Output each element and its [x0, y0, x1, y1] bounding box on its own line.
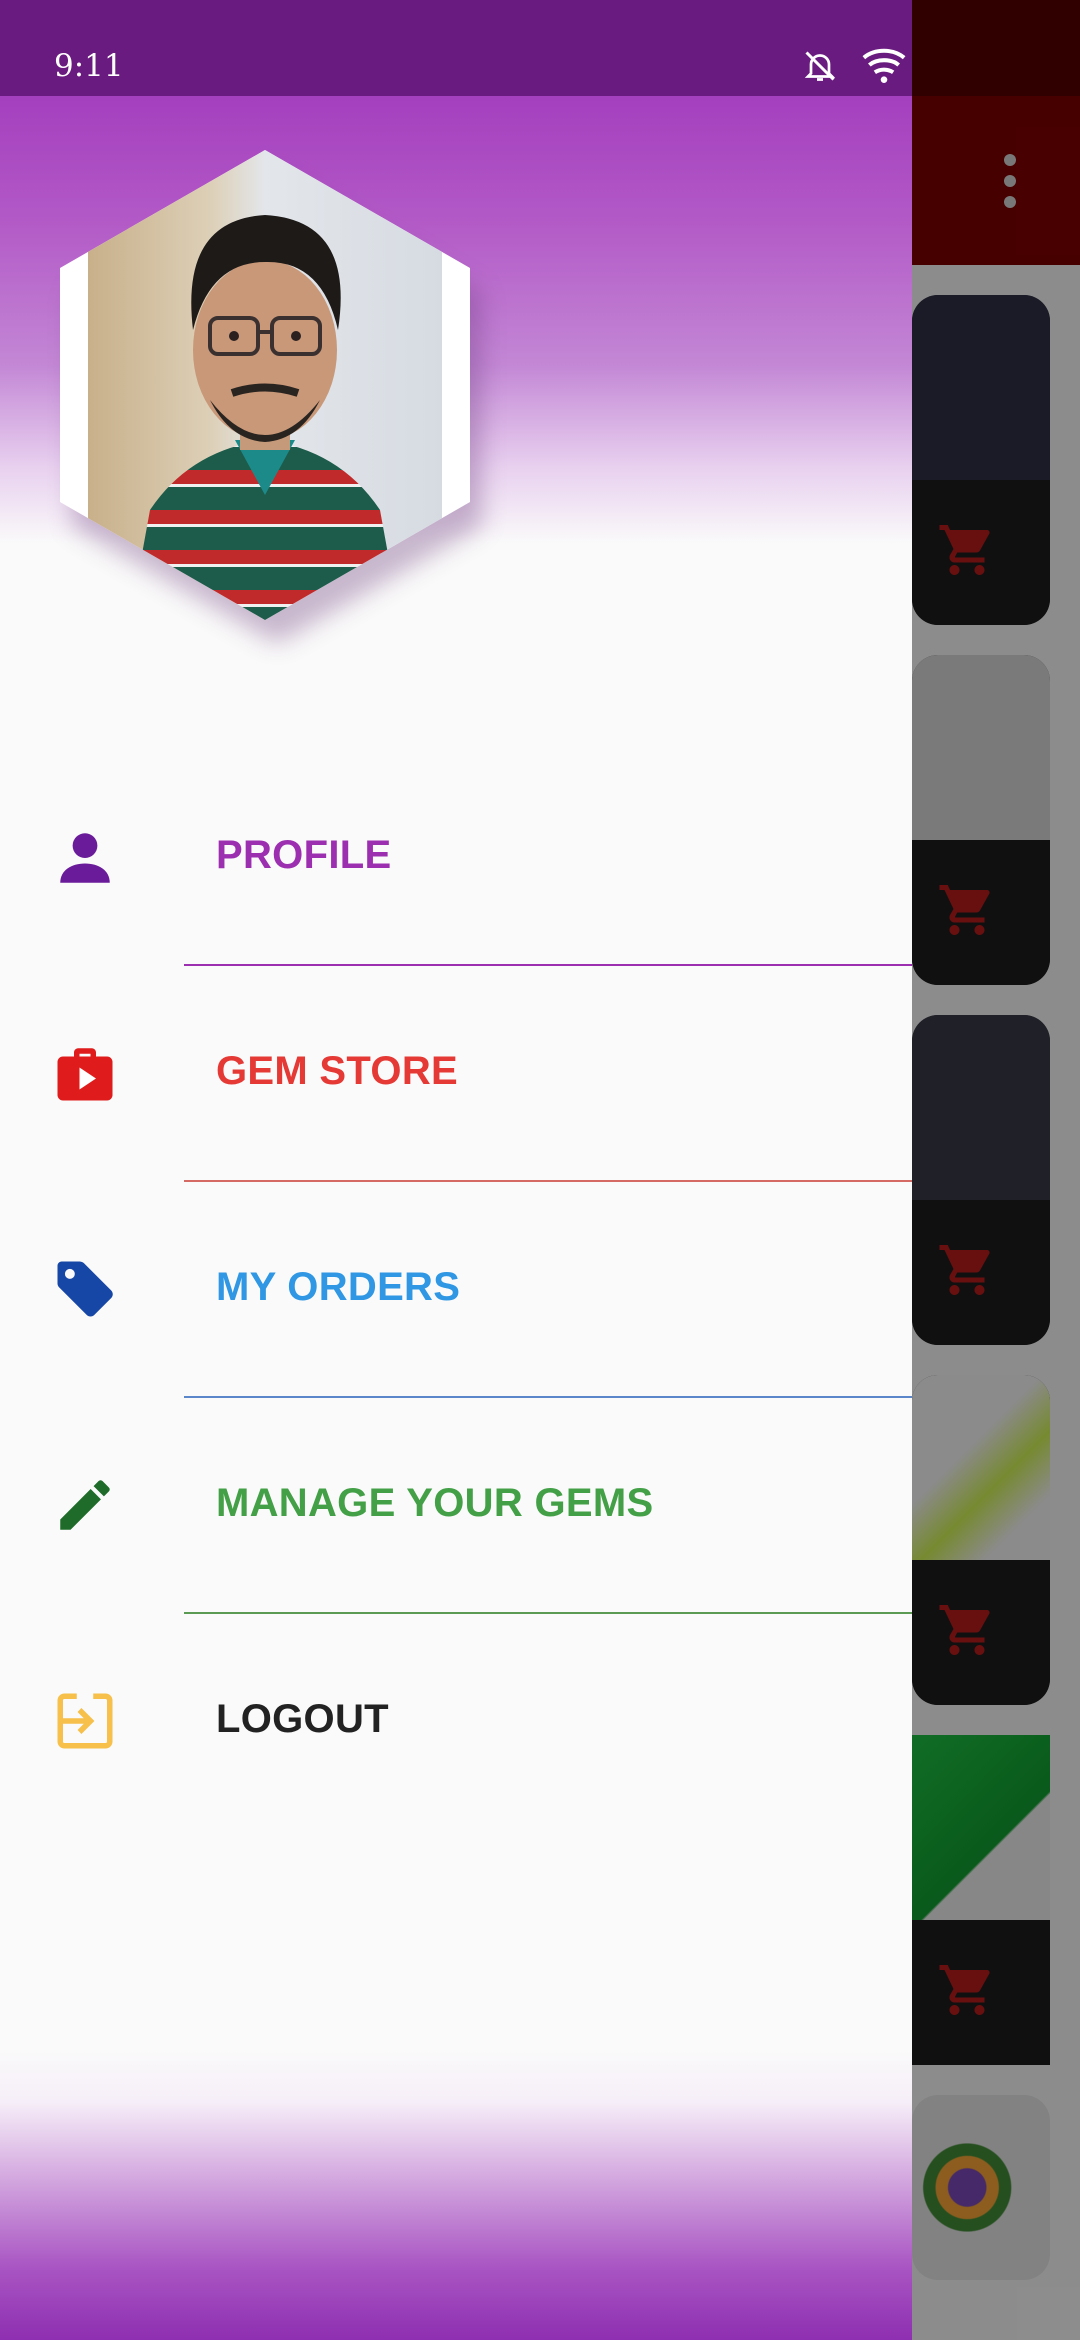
- status-bar: 9:11: [0, 0, 912, 96]
- avatar[interactable]: [60, 150, 482, 644]
- person-icon: [60, 833, 110, 883]
- menu-item-manage-your-gems[interactable]: MANAGE YOUR GEMS: [0, 1398, 912, 1614]
- exit-icon: [57, 1693, 113, 1749]
- menu-item-my-orders[interactable]: MY ORDERS: [0, 1182, 912, 1398]
- menu-item-label: GEM STORE: [216, 1049, 458, 1093]
- menu-item-logout[interactable]: LOGOUT: [0, 1614, 912, 1830]
- profile-photo: [60, 150, 470, 620]
- menu-item-label: MANAGE YOUR GEMS: [216, 1481, 654, 1525]
- menu-item-label: MY ORDERS: [216, 1265, 461, 1309]
- drawer-footer-gradient: [0, 2050, 912, 2340]
- wifi-icon: [862, 48, 906, 83]
- tag-icon: [57, 1261, 113, 1317]
- menu-item-profile[interactable]: PROFILE: [0, 750, 912, 966]
- status-time: 9:11: [54, 48, 124, 84]
- menu-item-label: PROFILE: [216, 833, 392, 877]
- menu-item-label: LOGOUT: [216, 1697, 389, 1741]
- navigation-drawer: 9:11 71: [0, 0, 912, 2340]
- menu-item-gem-store[interactable]: GEM STORE: [0, 966, 912, 1182]
- mute-bell-icon: [804, 51, 836, 81]
- play-store-bag-icon: [57, 1048, 113, 1101]
- pencil-icon: [60, 1480, 110, 1530]
- drawer-scrim[interactable]: [912, 0, 1080, 2340]
